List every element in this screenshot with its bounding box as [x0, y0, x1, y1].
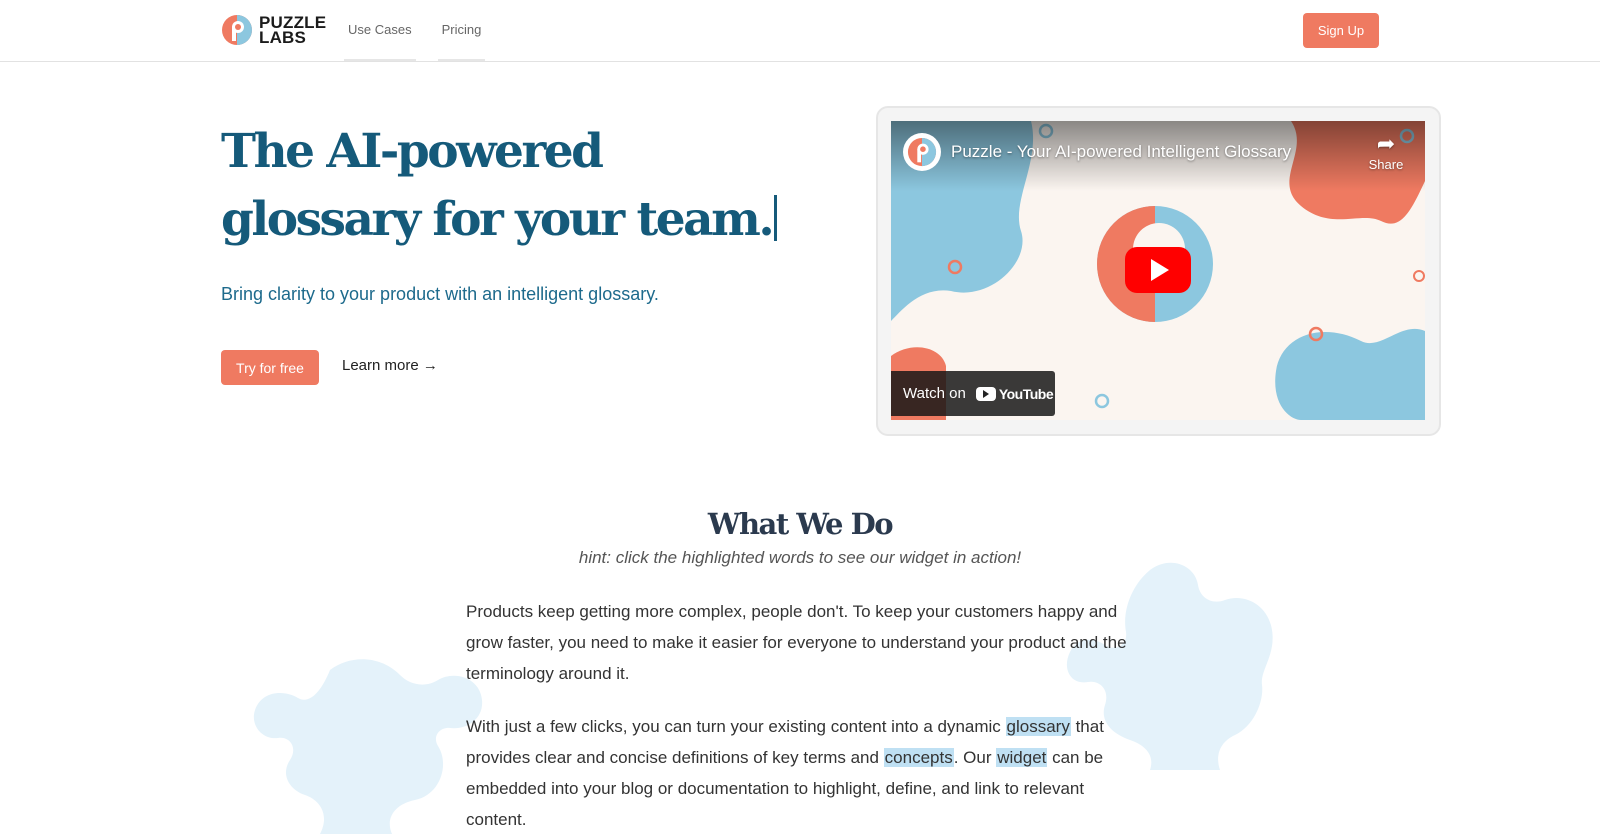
play-icon — [1151, 259, 1169, 281]
video-title[interactable]: Puzzle - Your AI-powered Intelligent Glo… — [951, 142, 1291, 162]
share-icon: ➦ — [1376, 131, 1396, 156]
glossary-term-highlight[interactable]: glossary — [1005, 717, 1071, 736]
try-for-free-button[interactable]: Try for free — [221, 350, 319, 385]
site-header: PUZZLE LABS Use Cases Pricing Sign Up — [0, 0, 1600, 62]
youtube-icon — [975, 386, 996, 401]
what-we-do-heading: What We Do — [707, 507, 894, 541]
sign-up-button[interactable]: Sign Up — [1303, 13, 1379, 48]
concepts-term-highlight[interactable]: concepts — [883, 748, 954, 767]
youtube-embed[interactable]: Puzzle - Your AI-powered Intelligent Glo… — [891, 121, 1425, 420]
logo[interactable]: PUZZLE LABS — [221, 14, 326, 46]
intro-paragraph: Products keep getting more complex, peop… — [466, 602, 1127, 683]
puzzle-logo-icon — [222, 15, 252, 45]
details-paragraph: With just a few clicks, you can turn you… — [466, 717, 1104, 829]
learn-more-link[interactable]: Learn more → — [342, 357, 438, 374]
widget-term-highlight[interactable]: widget — [996, 748, 1048, 767]
hero-subtitle: Bring clarity to your product with an in… — [221, 284, 659, 304]
main-nav: Use Cases Pricing — [344, 0, 507, 62]
watch-on-youtube-button[interactable]: Watch on YouTube — [891, 371, 1055, 416]
nav-use-cases[interactable]: Use Cases — [344, 0, 416, 61]
logo-text: PUZZLE LABS — [259, 13, 327, 47]
hero-title: The AI-powered glossary for your team. — [221, 118, 781, 254]
channel-avatar-icon[interactable] — [903, 133, 941, 171]
share-button[interactable]: ➦ Share — [1361, 131, 1411, 172]
hint-text: hint: click the highlighted words to see… — [578, 548, 1022, 567]
typing-cursor — [774, 195, 778, 241]
nav-pricing[interactable]: Pricing — [437, 0, 486, 61]
youtube-logo: YouTube — [975, 386, 1054, 402]
play-button[interactable] — [1125, 247, 1191, 293]
